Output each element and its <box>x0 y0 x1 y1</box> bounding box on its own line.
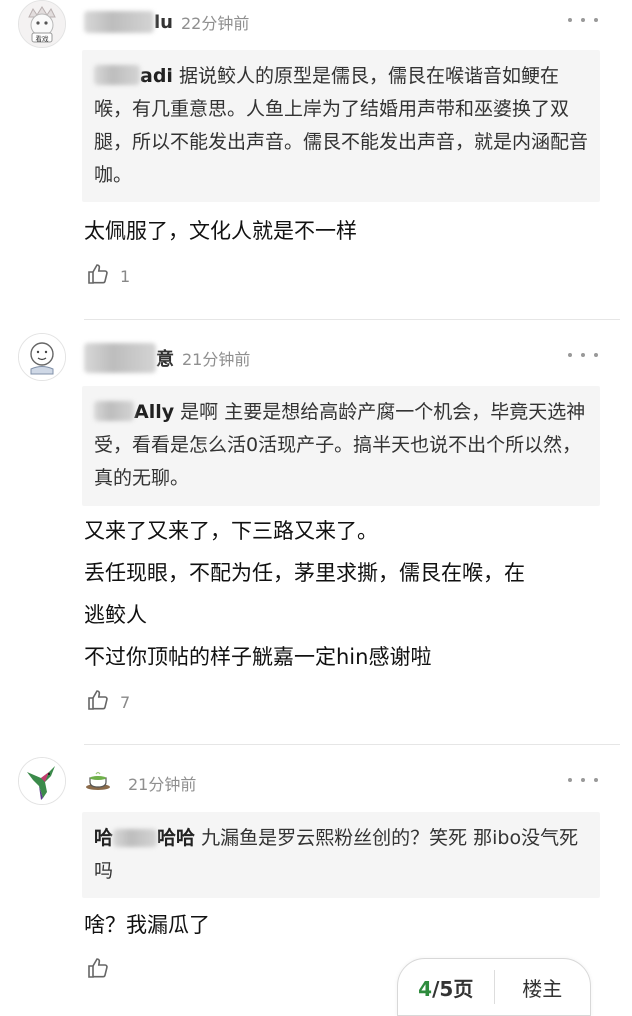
thumbs-up-icon <box>86 688 110 716</box>
redacted-username <box>84 343 156 373</box>
redacted-username <box>94 65 140 85</box>
comment-line: 丢任现眼，不配为任，茅里求撕，儒艮在喉，在 <box>84 561 525 585</box>
like-count: 1 <box>120 266 131 286</box>
quoted-comment[interactable]: 哈哈哈 九漏鱼是罗云熙粉丝创的？笑死 那ibo没气死吗 <box>82 812 600 898</box>
avatar-sign-text: 看戏 <box>36 34 50 43</box>
quoted-comment[interactable]: Ally 是啊 主要是想给高龄产腐一个机会，毕竟天选神受，看看是怎么活0活现产子… <box>82 386 600 506</box>
more-icon[interactable] <box>568 770 598 790</box>
comment-line: 不过你顶帖的样子觥嘉一定hin感谢啦 <box>84 645 432 669</box>
redacted-username <box>113 829 158 847</box>
comment-body: 啥？我漏瓜了 <box>84 904 604 946</box>
timestamp: 21分钟前 <box>182 350 251 369</box>
page-navigator: 4/5页 楼主 <box>397 958 591 1016</box>
timestamp: 22分钟前 <box>180 14 250 33</box>
timestamp: 21分钟前 <box>128 774 197 794</box>
redacted-username <box>84 11 154 33</box>
like-button[interactable]: 7 <box>86 688 130 716</box>
like-button[interactable]: 1 <box>86 262 130 290</box>
like-count: 7 <box>120 692 131 712</box>
like-button[interactable] <box>86 956 120 984</box>
username[interactable]: lu 22分钟前 <box>84 10 249 34</box>
comment-line: 又来了又来了，下三路又来了。 <box>84 519 378 543</box>
avatar[interactable]: 看戏 <box>18 0 66 48</box>
avatar[interactable] <box>18 757 66 805</box>
redacted-username <box>94 401 134 421</box>
hummingbird-icon <box>19 758 65 804</box>
comment-line: 啥？我漏瓜了 <box>84 913 210 937</box>
comment-line: 逃鲛人 <box>84 603 147 627</box>
username-text: lu <box>154 11 173 33</box>
comment-body: 又来了又来了，下三路又来了。 丢任现眼，不配为任，茅里求撕，儒艮在喉，在 逃鲛人… <box>84 510 604 678</box>
avatar[interactable] <box>18 333 66 381</box>
quote-username: Ally <box>134 401 175 423</box>
comment-line: 太佩服了，文化人就是不一样 <box>84 219 357 243</box>
username[interactable]: 21分钟前 <box>84 768 196 797</box>
thumbs-up-icon <box>86 956 110 984</box>
quote-username: 哈 <box>94 827 114 849</box>
thumbs-up-icon <box>86 262 110 290</box>
divider <box>84 744 620 745</box>
username-text: 意 <box>156 349 174 370</box>
total-pages: /5页 <box>432 976 474 1001</box>
more-icon[interactable] <box>568 345 598 365</box>
comment-body: 太佩服了，文化人就是不一样 <box>84 210 604 252</box>
quoted-comment[interactable]: adi 据说鲛人的原型是儒艮，儒艮在喉谐音如鲠在喉，有几重意思。人鱼上岸为了结婚… <box>82 50 600 202</box>
divider <box>84 319 620 320</box>
tea-cup-icon <box>84 768 112 797</box>
username[interactable]: 意 21分钟前 <box>84 343 250 373</box>
page-selector[interactable]: 4/5页 <box>398 973 494 1002</box>
quote-username: adi <box>140 65 173 87</box>
more-icon[interactable] <box>568 10 598 30</box>
quote-username-tail: 哈哈 <box>157 827 196 849</box>
owner-only-button[interactable]: 楼主 <box>495 973 591 1002</box>
current-page: 4 <box>418 976 433 1001</box>
